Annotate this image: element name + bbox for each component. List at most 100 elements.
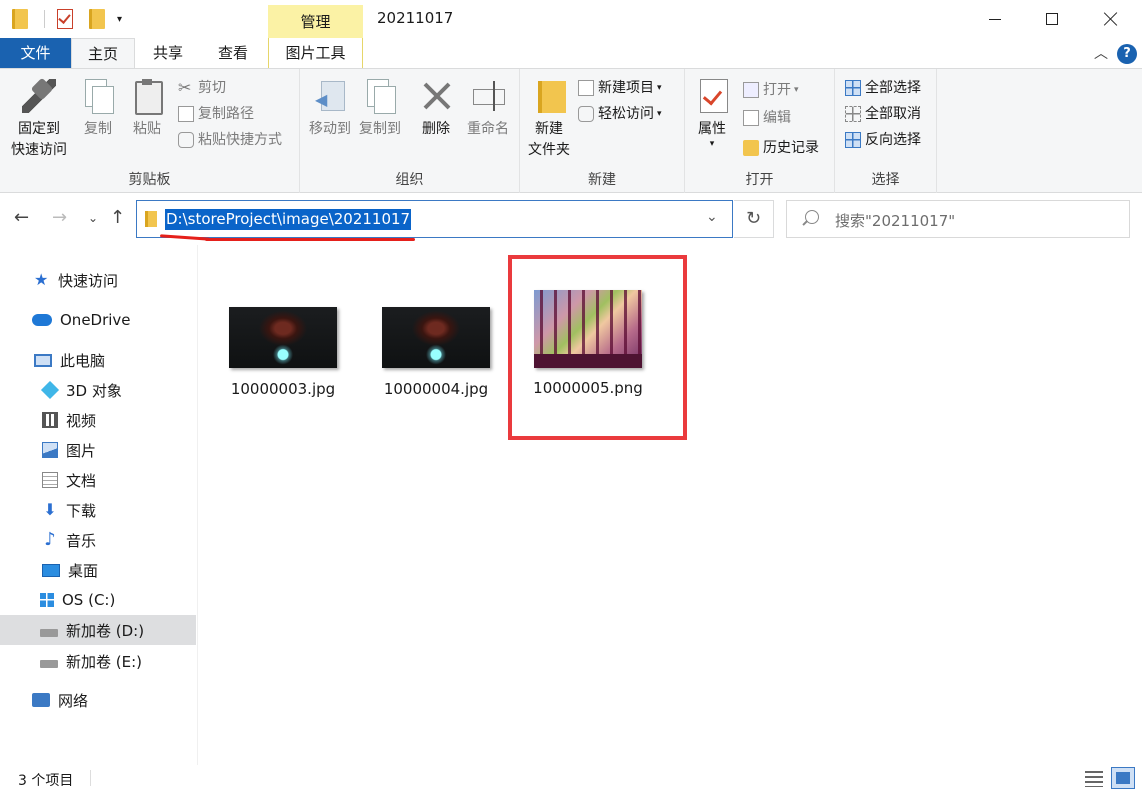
download-arrow-icon: ⬇ <box>43 500 57 519</box>
copy-to-label: 复制到 <box>359 121 401 137</box>
nav-drive-e[interactable]: 新加卷 (E:) <box>0 646 196 676</box>
chevron-down-icon: ▾ <box>709 139 715 149</box>
open-group-label: 打开 <box>745 172 774 188</box>
move-to-button[interactable]: 移动到 <box>306 77 354 140</box>
maximize-button[interactable] <box>1022 0 1082 38</box>
tab-picture-tools[interactable]: 图片工具 <box>268 38 363 68</box>
new-folder-icon[interactable] <box>89 9 105 29</box>
nav-videos[interactable]: 视频 <box>0 405 196 435</box>
select-none-button[interactable]: 全部取消 <box>845 103 921 125</box>
open-button[interactable]: 打开 ▾ <box>743 79 799 101</box>
invert-selection-button[interactable]: 反向选择 <box>845 129 921 151</box>
paste-button[interactable]: 粘贴 <box>127 77 167 140</box>
address-dropdown-chevron-icon[interactable]: ⌄ <box>706 209 718 225</box>
file-item[interactable]: 10000003.jpg <box>208 307 358 398</box>
delete-button[interactable]: 删除 <box>418 77 454 140</box>
file-item[interactable]: 10000004.jpg <box>361 307 511 398</box>
folder-icon <box>12 9 28 29</box>
up-arrow-icon[interactable]: ↑ <box>110 207 125 228</box>
paste-shortcut-button[interactable]: 粘贴快捷方式 <box>178 129 282 151</box>
new-folder-button[interactable]: 新建 文件夹 <box>526 77 572 161</box>
search-icon <box>805 210 819 224</box>
nav-this-pc[interactable]: 此电脑 <box>0 345 196 375</box>
refresh-icon: ↻ <box>745 208 762 229</box>
tab-view[interactable]: 查看 <box>205 38 261 68</box>
refresh-button[interactable]: ↻ <box>734 200 774 238</box>
properties-label: 属性 <box>698 121 726 137</box>
copy-path-button[interactable]: 复制路径 <box>178 103 254 125</box>
tab-file[interactable]: 文件 <box>0 38 71 68</box>
nav-music[interactable]: ♪ 音乐 <box>0 525 196 555</box>
invert-selection-icon <box>845 132 861 148</box>
nav-onedrive[interactable]: OneDrive <box>0 305 196 335</box>
new-folder-label-1: 新建 <box>535 121 563 137</box>
back-arrow-icon[interactable]: ← <box>14 207 29 228</box>
history-icon <box>743 140 759 156</box>
copy-label: 复制 <box>84 121 112 137</box>
easy-access-button[interactable]: 轻松访问 ▾ <box>578 103 662 125</box>
copy-button[interactable]: 复制 <box>78 77 118 140</box>
select-all-button[interactable]: 全部选择 <box>845 77 921 99</box>
edit-label: 编辑 <box>763 110 791 126</box>
tab-home[interactable]: 主页 <box>71 38 135 69</box>
image-thumbnail <box>229 307 337 368</box>
select-none-icon <box>845 106 861 122</box>
rename-label: 重命名 <box>467 121 509 137</box>
large-icons-view-icon[interactable] <box>1111 767 1135 789</box>
nav-network[interactable]: 网络 <box>0 685 196 715</box>
collapse-ribbon-icon[interactable]: ︿ <box>1094 43 1108 63</box>
close-button[interactable] <box>1081 0 1141 38</box>
nav-documents[interactable]: 文档 <box>0 465 196 495</box>
nav-label: 新加卷 (E:) <box>66 652 143 671</box>
clipboard-group: 固定到 快速访问 复制 粘贴 ✂ 剪切 复制路径 粘贴快捷方式 剪贴板 <box>0 69 300 193</box>
easy-access-label: 轻松访问 <box>598 106 654 122</box>
cut-button[interactable]: ✂ 剪切 <box>178 77 226 99</box>
network-icon <box>32 693 50 707</box>
nav-label: 音乐 <box>66 531 97 550</box>
nav-quick-access[interactable]: ★ 快速访问 <box>0 265 196 295</box>
select-none-label: 全部取消 <box>865 106 921 122</box>
edit-icon <box>743 110 759 126</box>
folder-icon <box>145 211 157 227</box>
history-label: 历史记录 <box>763 140 819 156</box>
edit-button[interactable]: 编辑 <box>743 107 791 129</box>
nav-drive-d[interactable]: 新加卷 (D:) <box>0 615 196 645</box>
select-all-icon <box>845 80 861 96</box>
tab-share[interactable]: 共享 <box>140 38 196 68</box>
address-bar[interactable]: D:\storeProject\image\20211017 <box>136 200 733 238</box>
nav-pictures[interactable]: 图片 <box>0 435 196 465</box>
nav-label: 文档 <box>66 471 97 490</box>
minimize-button[interactable] <box>965 0 1025 38</box>
scissors-icon: ✂ <box>178 78 192 97</box>
properties-button[interactable]: 属性 ▾ <box>693 77 731 149</box>
recent-locations-chevron-icon[interactable]: ⌄ <box>88 211 98 225</box>
document-icon <box>42 472 58 488</box>
nav-downloads[interactable]: ⬇ 下载 <box>0 495 196 525</box>
computer-icon <box>34 353 52 367</box>
window-title: 20211017 <box>377 9 454 27</box>
nav-drive-c[interactable]: OS (C:) <box>0 585 196 615</box>
pin-quick-access-button[interactable]: 固定到 快速访问 <box>6 77 72 161</box>
new-item-button[interactable]: 新建项目 ▾ <box>578 77 662 99</box>
select-group-label: 选择 <box>871 172 900 188</box>
properties-check-icon[interactable] <box>57 9 73 29</box>
history-button[interactable]: 历史记录 <box>743 137 819 159</box>
tab-manage[interactable]: 管理 <box>268 5 363 38</box>
forward-arrow-icon[interactable]: → <box>52 207 67 228</box>
search-placeholder: 搜索"20211017" <box>835 212 956 230</box>
help-icon[interactable]: ? <box>1117 44 1137 64</box>
close-icon <box>1104 12 1118 26</box>
nav-desktop[interactable]: 桌面 <box>0 555 196 585</box>
nav-3d-objects[interactable]: 3D 对象 <box>0 375 196 405</box>
search-input[interactable]: 搜索"20211017" <box>786 200 1130 238</box>
address-path[interactable]: D:\storeProject\image\20211017 <box>165 209 412 230</box>
paste-shortcut-label: 粘贴快捷方式 <box>198 132 282 148</box>
pin-label-2: 快速访问 <box>11 142 67 158</box>
customize-dropdown-icon[interactable]: ▾ <box>117 14 122 25</box>
copy-to-button[interactable]: 复制到 <box>356 77 404 140</box>
details-view-icon[interactable] <box>1085 771 1103 787</box>
paste-label: 粘贴 <box>133 121 161 137</box>
music-note-icon: ♪ <box>44 529 56 550</box>
open-group: 属性 ▾ 打开 ▾ 编辑 历史记录 打开 <box>685 69 835 193</box>
rename-button[interactable]: 重命名 <box>464 77 512 140</box>
